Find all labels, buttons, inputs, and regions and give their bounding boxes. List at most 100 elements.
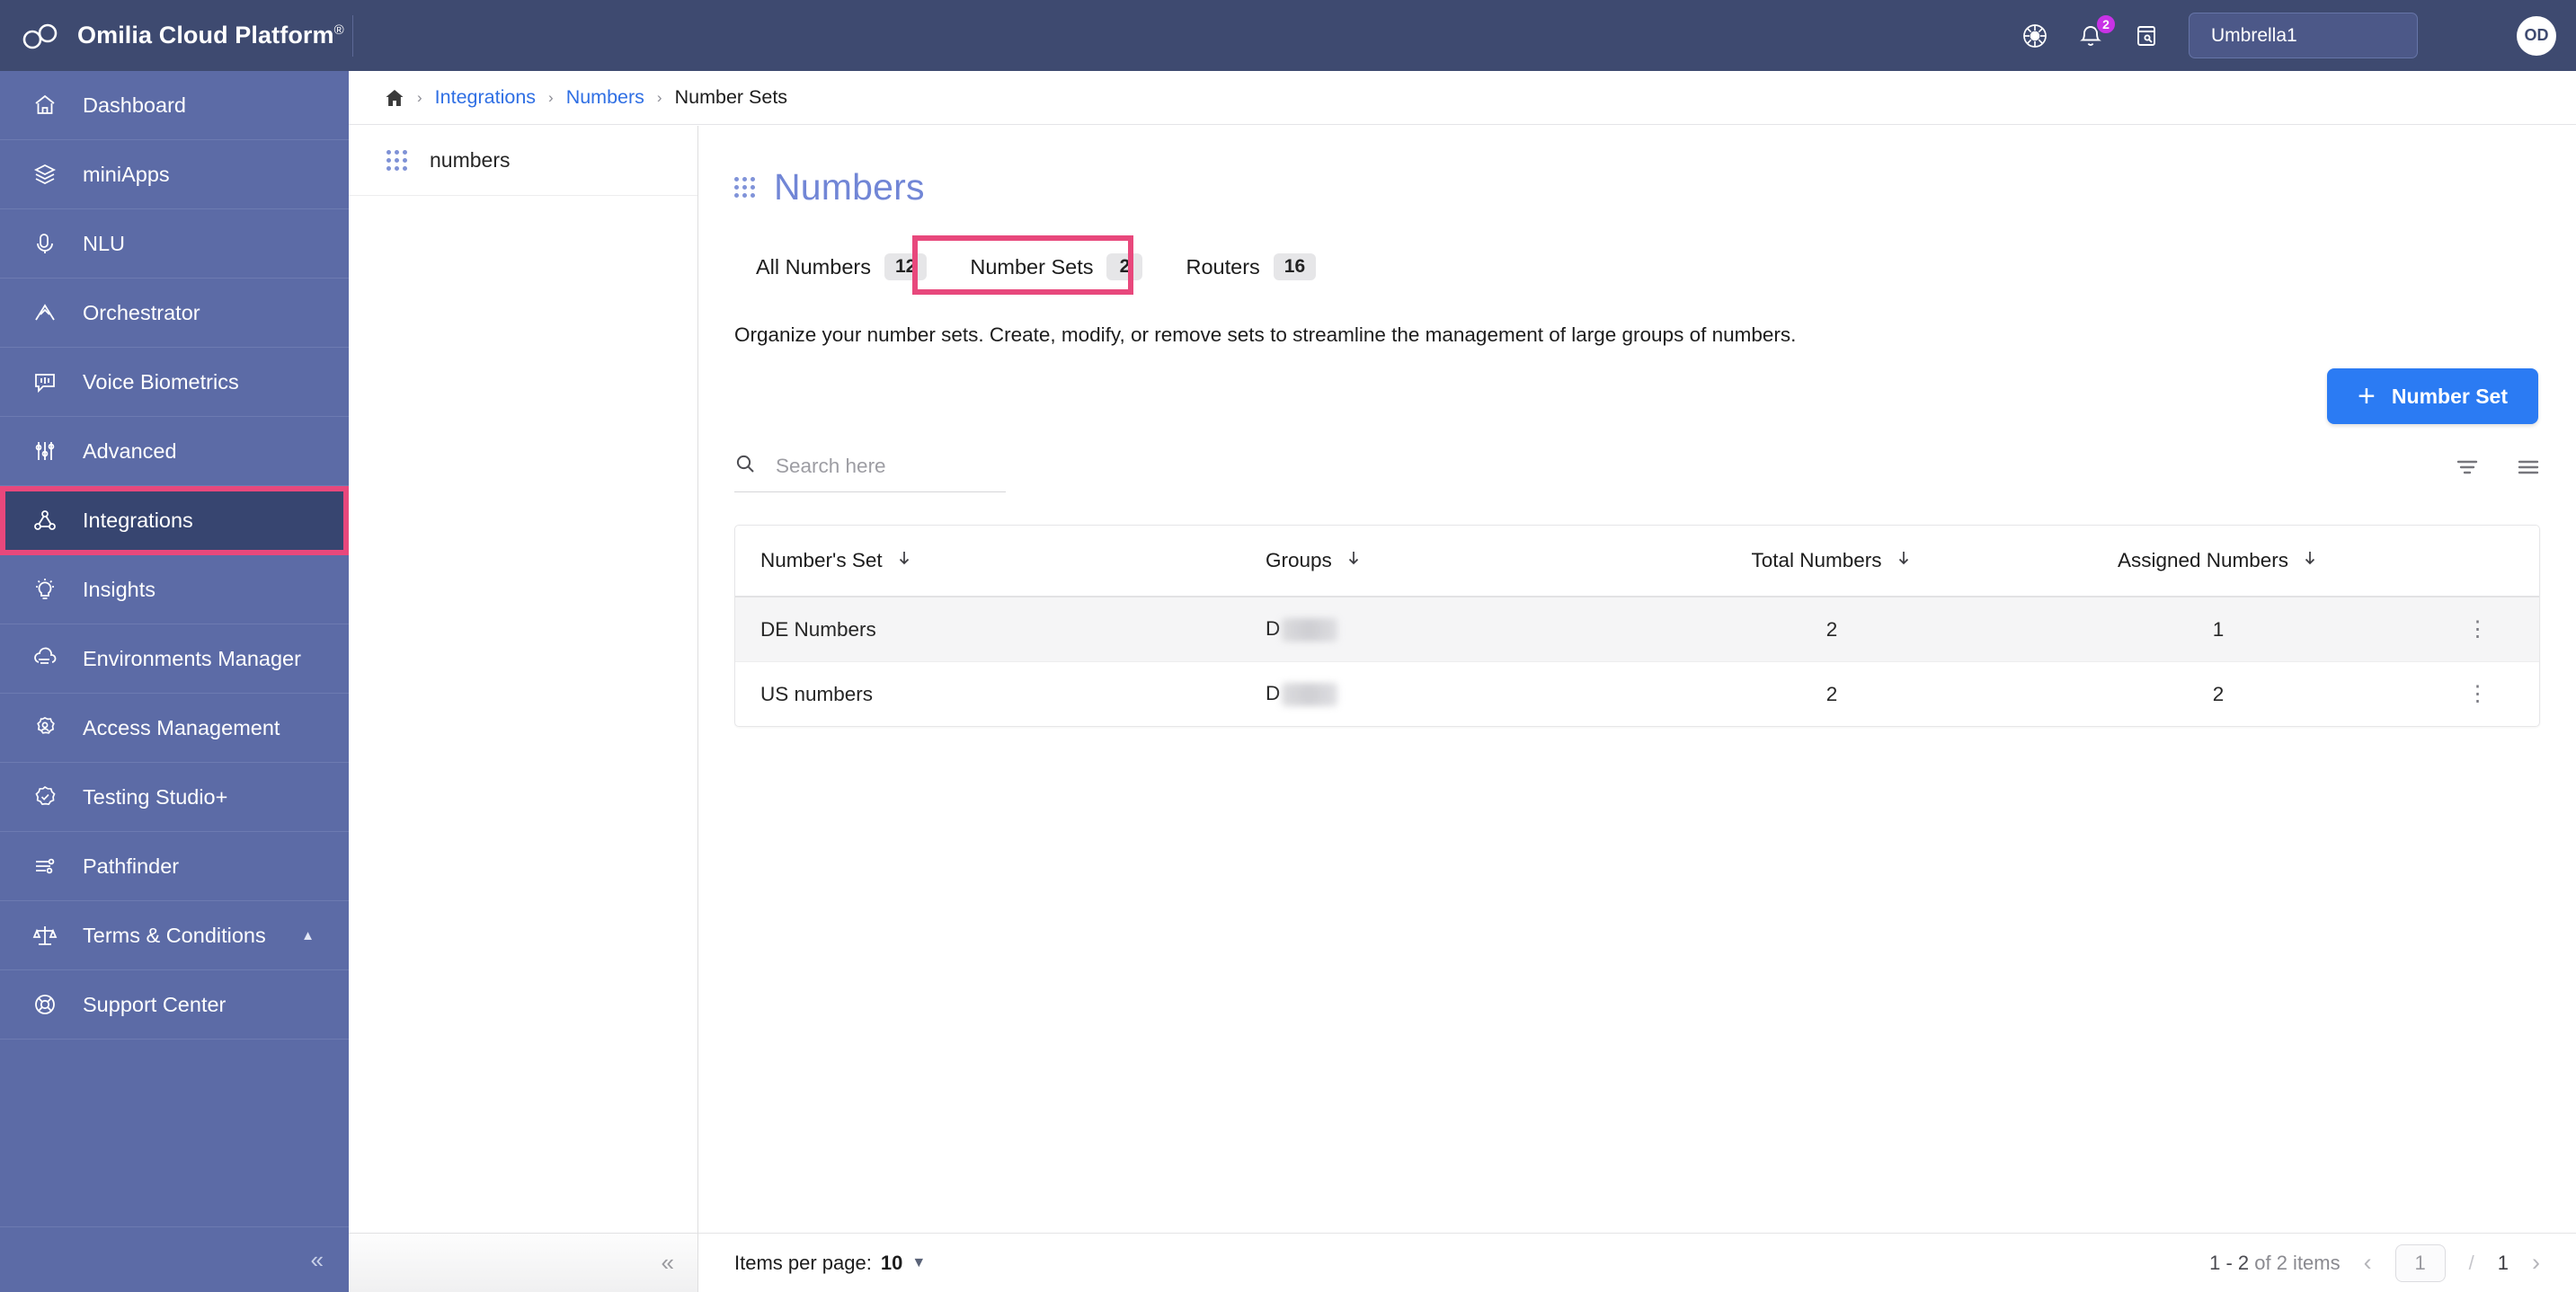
arrow-down-icon[interactable] [895,549,913,572]
sidebar-item-terms-conditions[interactable]: Terms & Conditions ▲ [0,901,349,970]
sidebar-item-environments-manager[interactable]: Environments Manager [0,624,349,694]
page-slash: / [2468,1251,2474,1274]
arrow-down-icon[interactable] [1345,549,1363,572]
table-head: Number's Set Groups Total Numbers Assign… [735,526,2539,597]
filter-icon[interactable] [2456,456,2479,483]
kebab-menu-icon[interactable]: ⋮ [2467,682,2489,706]
breadcrumb-item-integrations[interactable]: Integrations [435,86,536,109]
pagination-range-current: 1 - 2 [2209,1251,2250,1274]
column-label: Groups [1266,549,1332,571]
plus-icon: + [2358,379,2376,413]
column-header-groups[interactable]: Groups [1266,526,1643,597]
sidebar-item-integrations-wrap: Integrations [0,486,349,555]
sidebar-item-insights[interactable]: Insights [0,555,349,624]
tree-item-label: numbers [430,148,511,172]
page-number-input[interactable]: 1 [2394,1243,2446,1282]
sidebar-item-support-center[interactable]: Support Center [0,970,349,1040]
notes-icon[interactable] [2131,21,2162,51]
tree-empty-space [349,196,697,1233]
sidebar-item-testing-studio[interactable]: Testing Studio+ [0,763,349,832]
cell-total-numbers: 2 [1643,597,2021,663]
sidebar-item-access-management[interactable]: Access Management [0,694,349,763]
cell-actions[interactable]: ⋮ [2416,662,2539,727]
next-page-button[interactable]: › [2532,1249,2540,1277]
tab-label: Routers [1186,254,1260,279]
lightbulb-icon [31,575,59,604]
tab-number-sets[interactable]: Number Sets 2 [948,243,1165,291]
add-number-set-button[interactable]: + Number Set [2327,368,2538,424]
tree-item-numbers[interactable]: numbers [349,126,697,196]
sidebar-item-dashboard[interactable]: Dashboard [0,71,349,140]
integrations-icon [31,506,59,535]
top-icon-group: 2 [2020,13,2162,51]
chevron-up-icon[interactable]: ▲ [301,928,315,943]
sidebar-item-label: Orchestrator [83,300,200,324]
table-row[interactable]: US numbers D 2 2 ⋮ [735,662,2539,727]
layers-icon [31,160,59,189]
sidebar-item-miniapps[interactable]: miniApps [0,140,349,209]
cell-number-set: US numbers [760,682,874,705]
column-header-actions [2416,526,2539,597]
breadcrumb-item-number-sets: Number Sets [674,86,788,108]
chevron-down-icon[interactable]: ▼ [911,1255,926,1271]
brand[interactable]: Omilia Cloud Platform® [0,0,349,71]
environment-selector[interactable]: Umbrella1 [2189,13,2418,58]
avatar[interactable]: OD [2517,15,2556,56]
scales-icon [31,921,59,950]
cell-assigned-numbers: 2 [2212,682,2225,705]
tab-bar: All Numbers 12 Number Sets 2 Routers 16 [698,235,2576,295]
breadcrumb-item-numbers[interactable]: Numbers [566,86,644,109]
cell-actions[interactable]: ⋮ [2416,597,2539,663]
sidebar-item-label: Access Management [83,715,280,739]
column-header-assigned-numbers[interactable]: Assigned Numbers [2021,526,2416,597]
column-header-total-numbers[interactable]: Total Numbers [1643,526,2021,597]
search-input[interactable]: Search here [734,453,1006,492]
sidebar-item-label: Insights [83,577,155,601]
redacted-value [1282,618,1338,642]
theme-icon[interactable] [2020,21,2050,51]
arrow-down-icon[interactable] [1895,549,1913,572]
list-view-icon[interactable] [2517,456,2540,483]
column-header-number-set[interactable]: Number's Set [735,526,1266,597]
sidebar-item-pathfinder[interactable]: Pathfinder [0,832,349,901]
brand-name: Omilia Cloud Platform® [77,22,344,49]
total-pages: 1 [2497,1251,2509,1274]
kebab-menu-icon[interactable]: ⋮ [2467,617,2489,642]
search-icon [734,453,756,479]
home-icon[interactable] [385,88,404,108]
main-content: Numbers All Numbers 12 Number Sets 2 Rou… [698,126,2576,1292]
search-row: Search here [698,453,2576,492]
breadcrumb-separator: › [548,88,554,106]
flow-icon [31,298,59,327]
sidebar-item-nlu[interactable]: NLU [0,209,349,279]
items-per-page-value: 10 [880,1251,903,1274]
cell-groups: D [1266,662,1643,727]
table-tools [2456,456,2540,492]
tab-routers[interactable]: Routers 16 [1164,243,1337,291]
table-row[interactable]: DE Numbers D 2 1 ⋮ [735,597,2539,663]
tree-collapse-button[interactable]: « [349,1233,697,1292]
arrow-down-icon[interactable] [2301,549,2319,572]
tab-count: 2 [1106,253,1143,280]
microphone-icon [31,229,59,258]
column-label: Number's Set [760,549,883,571]
tab-count: 16 [1273,253,1317,280]
sidebar-item-integrations[interactable]: Integrations [0,486,349,555]
column-label: Assigned Numbers [2117,549,2289,571]
grid-dots-icon [734,177,755,198]
sidebar-item-label: miniApps [83,162,170,186]
tab-all-numbers[interactable]: All Numbers 12 [734,243,948,291]
sidebar-item-orchestrator[interactable]: Orchestrator [0,279,349,348]
notifications-icon[interactable]: 2 [2075,13,2117,51]
sidebar-item-advanced[interactable]: Advanced [0,417,349,486]
prev-page-button[interactable]: ‹ [2364,1249,2372,1277]
user-gear-icon [31,713,59,742]
breadcrumb: › Integrations › Numbers › Number Sets [349,71,2576,125]
sidebar-item-voice-biometrics[interactable]: Voice Biometrics [0,348,349,417]
grid-dots-icon [386,150,407,171]
items-per-page[interactable]: Items per page: 10 ▼ [734,1252,926,1275]
sidebar-collapse-button[interactable]: « [0,1227,349,1292]
sidebar-item-label: Advanced [83,438,177,463]
sidebar-item-label: Testing Studio+ [83,784,228,809]
voiceprint-icon [31,367,59,396]
